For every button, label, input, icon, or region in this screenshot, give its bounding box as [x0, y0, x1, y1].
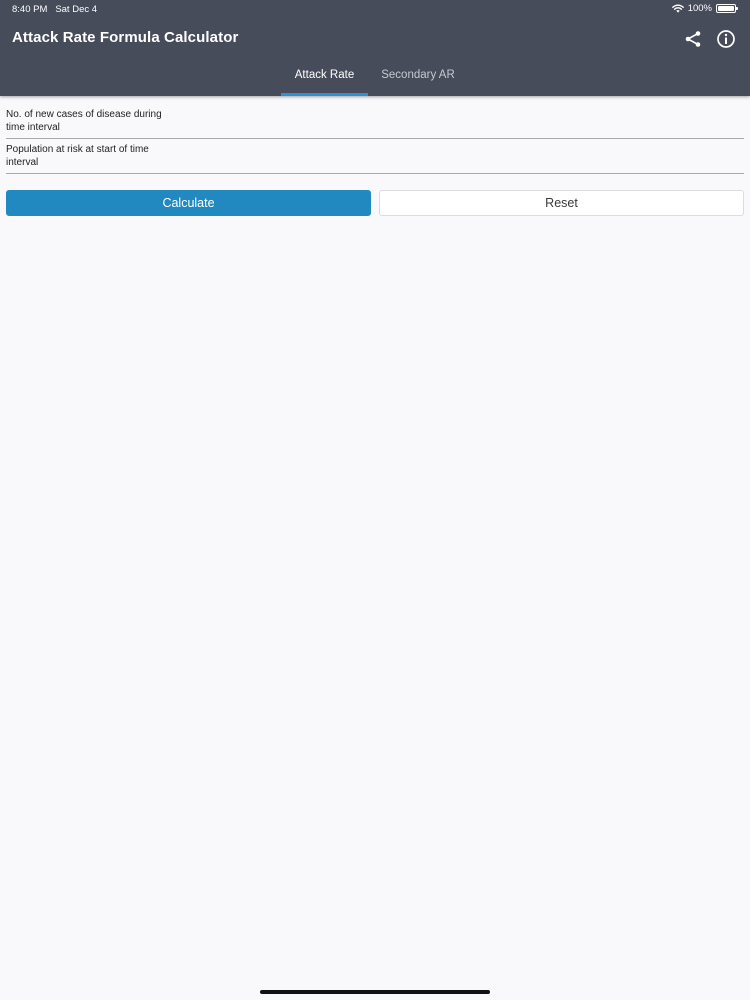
population-at-risk-label: Population at risk at start of time inte… [6, 144, 149, 168]
reset-button[interactable]: Reset [379, 190, 744, 216]
tab-attack-rate[interactable]: Attack Rate [281, 56, 368, 96]
app-header: 8:40 PM Sat Dec 4 100% Attack Rate Formu… [0, 0, 750, 96]
status-date: Sat Dec 4 [55, 4, 98, 15]
new-cases-field: No. of new cases of disease during time … [6, 108, 744, 139]
battery-level [718, 6, 734, 11]
status-time: 8:40 PM [12, 4, 48, 15]
page-title: Attack Rate Formula Calculator [12, 29, 239, 46]
battery-icon [716, 4, 738, 13]
wifi-icon [671, 4, 684, 13]
calculate-button[interactable]: Calculate [6, 190, 371, 216]
population-at-risk-input[interactable] [176, 147, 740, 171]
info-icon[interactable] [716, 29, 736, 49]
new-cases-input[interactable] [176, 112, 740, 136]
status-indicators: 100% [671, 3, 738, 14]
new-cases-label: No. of new cases of disease during time … [6, 109, 162, 133]
tab-secondary-ar[interactable]: Secondary AR [372, 56, 464, 96]
tab-bar: Attack Rate Secondary AR [0, 56, 750, 96]
status-datetime: 8:40 PM Sat Dec 4 [12, 4, 97, 15]
status-bar: 8:40 PM Sat Dec 4 100% [0, 0, 750, 18]
battery-percent: 100% [687, 3, 712, 14]
home-indicator[interactable] [260, 990, 490, 994]
share-icon[interactable] [683, 29, 703, 49]
population-at-risk-field: Population at risk at start of time inte… [6, 143, 744, 174]
